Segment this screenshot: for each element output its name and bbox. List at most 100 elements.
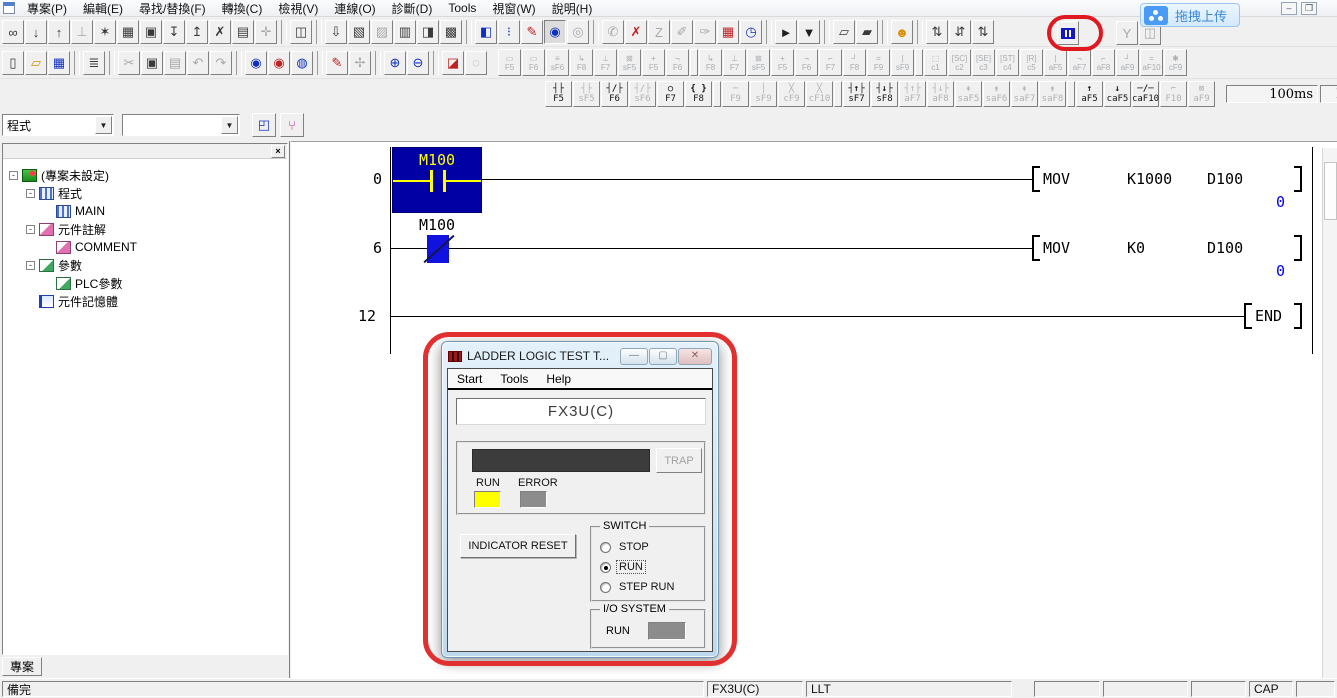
fkey-button[interactable]: |sF9 — [891, 49, 914, 76]
tree-item-plc-parameter[interactable]: PLC參數 — [3, 274, 287, 292]
toolbar-button[interactable] — [766, 20, 772, 44]
fkey-button[interactable]: ⊠sF5 — [618, 49, 641, 76]
fkey-button[interactable]: ⌐F7 — [819, 49, 842, 76]
edit-b-icon[interactable]: ✑ — [694, 20, 716, 44]
fkey-button[interactable]: ⬚c1 — [924, 49, 947, 76]
fkey-button[interactable]: ⌐aF8 — [1092, 49, 1115, 76]
tile-icon[interactable]: ▰ — [856, 20, 878, 44]
cascade-icon[interactable]: ▱ — [833, 20, 855, 44]
find-device-icon[interactable]: ↓ — [25, 20, 47, 44]
rising-edge-button[interactable]: ↑aF5 — [1076, 81, 1103, 107]
toolbar-button[interactable] — [375, 51, 381, 75]
find-icon[interactable]: ∞ — [2, 20, 24, 44]
v-line-button[interactable]: │sF9 — [750, 81, 777, 107]
fkey-button[interactable]: [SC]c2 — [948, 49, 971, 76]
find-replace-icon[interactable]: ◉ — [268, 51, 290, 75]
fkey-button[interactable]: +F5 — [771, 49, 794, 76]
delete-h-line-button[interactable]: ╳cF9 — [778, 81, 805, 107]
step-stop-icon[interactable]: ▼ — [798, 20, 820, 44]
fkey-button[interactable]: ⊠sF5 — [747, 49, 770, 76]
verify-icon[interactable]: ▧ — [348, 20, 370, 44]
new-file-icon[interactable]: ▯ — [2, 51, 24, 75]
dialog-menu-help[interactable]: Help — [537, 372, 580, 386]
restore-button[interactable]: ❐ — [1301, 2, 1317, 15]
dialog-maximize-button[interactable]: ▢ — [649, 348, 677, 365]
menu-window[interactable]: 視窗(W) — [484, 0, 543, 16]
menu-diagnostics[interactable]: 診斷(D) — [384, 0, 441, 16]
diagnostics-icon[interactable]: ☻ — [891, 20, 913, 44]
monitor-a-icon[interactable]: ⇅ — [926, 20, 948, 44]
error-check-icon[interactable]: ▨ — [371, 20, 393, 44]
insert-row-icon[interactable]: ↧ — [163, 20, 185, 44]
device-edit-icon[interactable]: ✎ — [521, 20, 543, 44]
indicator-reset-button[interactable]: INDICATOR RESET — [460, 534, 576, 558]
test-mode-icon[interactable]: ✢ — [349, 51, 371, 75]
io-grid-icon[interactable]: ▦ — [717, 20, 739, 44]
ladder-logic-test-tool-icon[interactable] — [1057, 21, 1079, 45]
grid-monitor-icon[interactable]: ▩ — [440, 20, 462, 44]
cut-icon[interactable]: ✂ — [118, 51, 140, 75]
fkey-button[interactable]: ≡sF6 — [546, 49, 569, 76]
monitor-find-icon[interactable]: ◉ — [544, 20, 566, 44]
toolbar-button[interactable] — [433, 51, 439, 75]
step-trace-icon[interactable]: ▥ — [394, 20, 416, 44]
menu-view[interactable]: 檢視(V) — [270, 0, 326, 16]
project-tree-toggle-icon[interactable]: ⑂ — [280, 113, 304, 137]
scrollbar-thumb[interactable] — [1324, 162, 1337, 220]
fkey-button[interactable]: +F5 — [642, 49, 665, 76]
fkey-button[interactable]: ¬F6 — [795, 49, 818, 76]
toolbar-button[interactable] — [236, 51, 242, 75]
tree-expand-icon[interactable]: - — [26, 225, 35, 234]
branch-button[interactable]: ⌐F10 — [1160, 81, 1187, 107]
toolbar-button[interactable] — [316, 20, 322, 44]
switch-radio[interactable]: STOP — [600, 540, 651, 554]
rising-pulse-button[interactable]: ┤↑├sF7 — [843, 81, 870, 107]
fkey-button[interactable]: ↳F8 — [699, 49, 722, 76]
cross-reference-icon[interactable]: ✶ — [94, 20, 116, 44]
fkey-button[interactable]: [R]c5 — [1020, 49, 1043, 76]
find-abc-icon[interactable]: ◍ — [291, 51, 313, 75]
dialog-minimize-button[interactable]: — — [620, 348, 648, 365]
fkey-button[interactable]: ↳F8 — [570, 49, 593, 76]
invert-falling-button[interactable]: ⇟saF6 — [983, 81, 1010, 107]
add-row-icon[interactable]: ↥ — [186, 20, 208, 44]
jump-icon[interactable]: ⊥ — [71, 20, 93, 44]
tree-item-comment-folder[interactable]: - 元件註解 — [3, 220, 287, 238]
zoom-gray-icon[interactable]: ◌ — [465, 51, 487, 75]
edit-a-icon[interactable]: ✐ — [671, 20, 693, 44]
fkey-button[interactable]: ▭F5 — [498, 49, 521, 76]
radio-icon[interactable] — [600, 582, 611, 593]
write-to-plc-icon[interactable]: ⇩ — [325, 20, 347, 44]
parallel-rising-button[interactable]: ┤↑├aF7 — [899, 81, 926, 107]
radio-icon[interactable] — [600, 542, 611, 553]
tree-item-device-memory[interactable]: 元件記憶體 — [3, 292, 287, 310]
fkey-button[interactable]: ┘aF9 — [1116, 49, 1139, 76]
y-device-icon[interactable]: Y — [1116, 21, 1138, 45]
toolbar-button[interactable] — [882, 20, 888, 44]
dialog-title-bar[interactable]: LADDER LOGIC TEST T... — ▢ ✕ — [448, 346, 712, 366]
parallel-invert-rising-button[interactable]: ⇞saF7 — [1011, 81, 1038, 107]
toolbar-button[interactable] — [593, 20, 599, 44]
tree-item-main[interactable]: MAIN — [3, 202, 287, 220]
toolbar-button[interactable] — [281, 20, 287, 44]
parallel-invert-falling-button[interactable]: ⇟saF8 — [1039, 81, 1066, 107]
project-tab[interactable]: 專案 — [2, 657, 42, 676]
zoom-out-icon[interactable]: ⊖ — [407, 51, 429, 75]
open-file-icon[interactable]: ▱ — [25, 51, 47, 75]
parallel-closed-button[interactable]: ┤/├sF6 — [629, 81, 656, 107]
tree-expand-icon[interactable]: - — [26, 189, 35, 198]
menu-convert[interactable]: 轉換(C) — [214, 0, 271, 16]
toolbar-button[interactable] — [109, 51, 115, 75]
tree-item-comment[interactable]: COMMENT — [3, 238, 287, 256]
paste-icon[interactable]: ▤ — [164, 51, 186, 75]
find-up-icon[interactable]: ↑ — [48, 20, 70, 44]
toolbar-button[interactable] — [824, 20, 830, 44]
delete-v-line-button[interactable]: ╳cF10 — [806, 81, 833, 107]
fkey-button[interactable]: ┘F8 — [843, 49, 866, 76]
block-combo[interactable]: ▼ — [122, 114, 240, 136]
drag-upload-button[interactable]: 拖拽上传 — [1140, 3, 1240, 27]
step-run-icon[interactable]: ► — [775, 20, 797, 44]
dialog-close-button[interactable]: ✕ — [678, 348, 712, 365]
clock-icon[interactable]: ◷ — [740, 20, 762, 44]
fkey-button[interactable]: [SE]c3 — [972, 49, 995, 76]
